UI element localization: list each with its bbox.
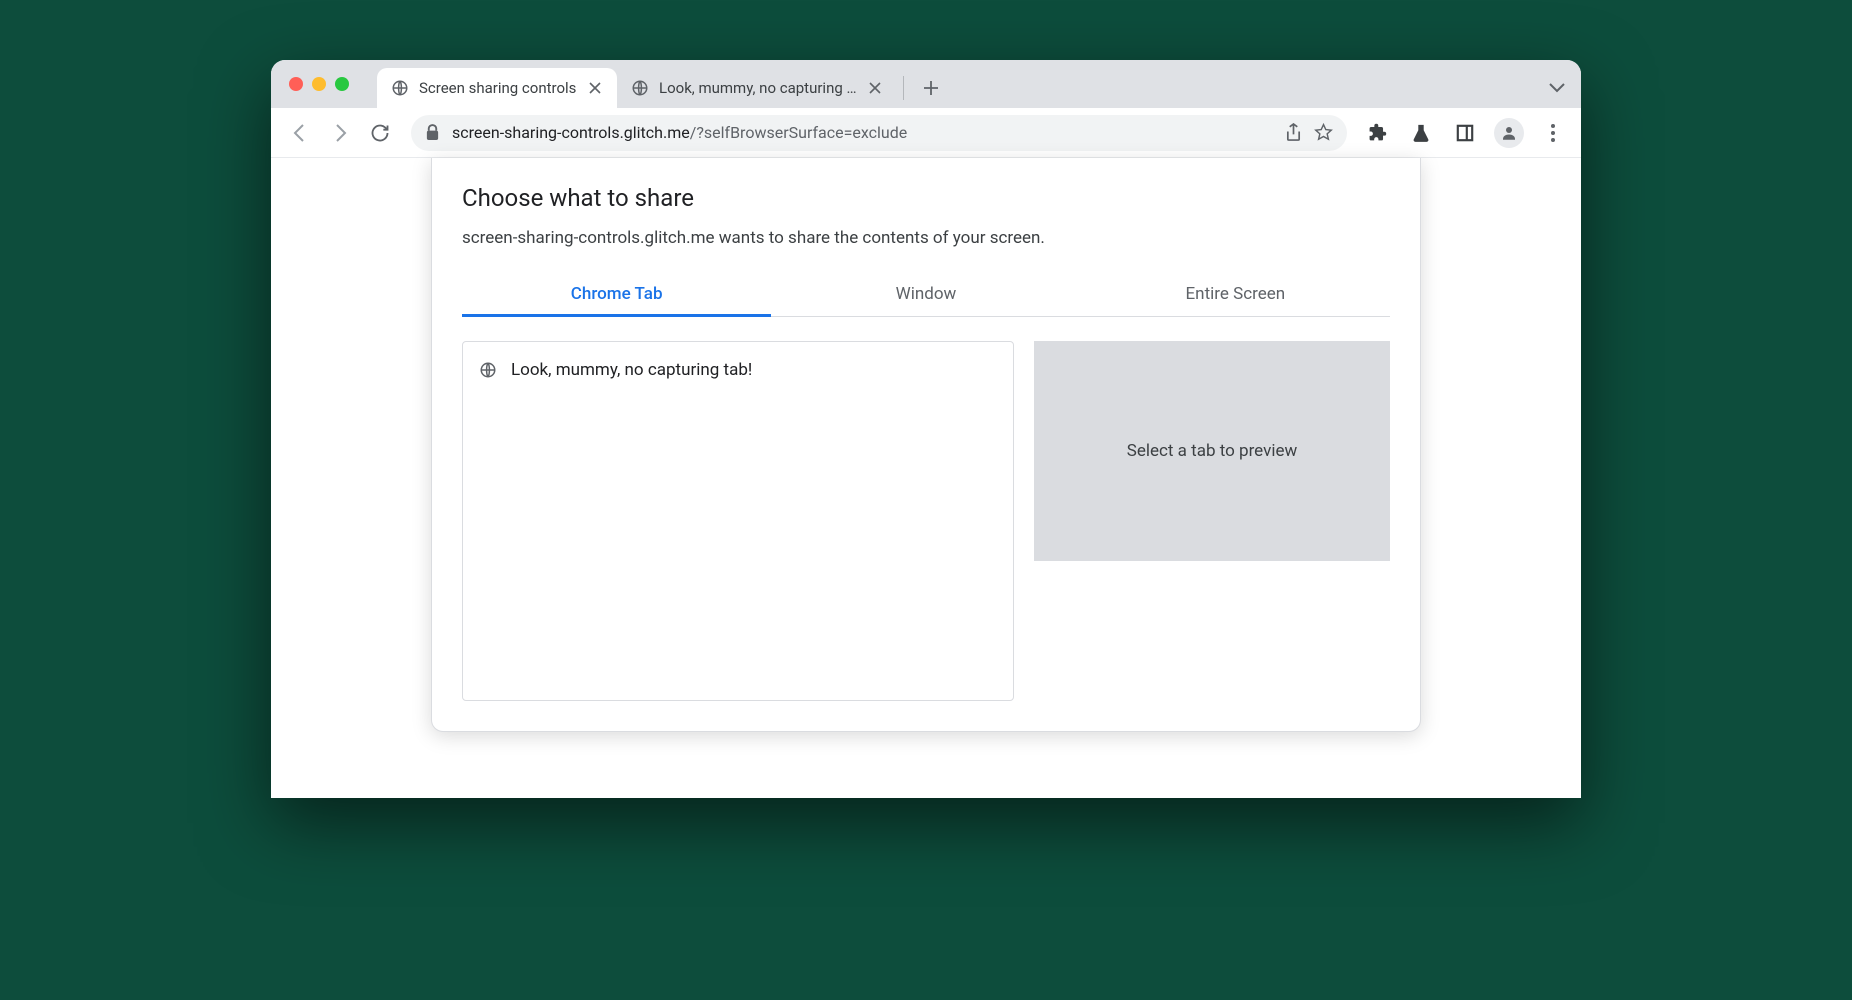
preview-panel: Select a tab to preview [1034,341,1390,561]
extensions-icon[interactable] [1361,117,1393,149]
globe-icon [631,79,649,97]
tabs-dropdown-button[interactable] [1549,83,1565,93]
bookmark-star-icon[interactable] [1314,123,1333,142]
minimize-window-button[interactable] [312,77,326,91]
tab-entire-screen[interactable]: Entire Screen [1081,272,1390,316]
lock-icon [425,124,440,141]
side-panel-icon[interactable] [1449,117,1481,149]
share-source-tabs: Chrome Tab Window Entire Screen [462,272,1390,317]
close-window-button[interactable] [289,77,303,91]
tab-title: Look, mummy, no capturing tab [659,79,857,97]
url-path: /?selfBrowserSurface=exclude [690,123,908,142]
tab-chrome-tab[interactable]: Chrome Tab [462,272,771,316]
new-tab-button[interactable] [916,73,946,103]
tab-title: Screen sharing controls [419,79,577,97]
browser-tab-active[interactable]: Screen sharing controls [377,68,617,108]
page-content: Choose what to share screen-sharing-cont… [271,158,1581,798]
share-icon[interactable] [1285,123,1302,142]
preview-placeholder-text: Select a tab to preview [1127,441,1298,461]
close-tab-button[interactable] [587,80,603,96]
globe-icon [391,79,409,97]
browser-tab[interactable]: Look, mummy, no capturing tab [617,68,897,108]
dialog-subtitle: screen-sharing-controls.glitch.me wants … [462,228,1390,248]
browser-toolbar: screen-sharing-controls.glitch.me/?selfB… [271,108,1581,158]
url-host: screen-sharing-controls.glitch.me [452,123,690,142]
toolbar-icons [1361,117,1569,149]
tab-strip: Screen sharing controls Look, mummy, no … [271,60,1581,108]
browser-window: Screen sharing controls Look, mummy, no … [271,60,1581,798]
globe-icon [479,361,497,379]
menu-button[interactable] [1537,117,1569,149]
tab-divider [903,76,904,100]
shareable-tab-item[interactable]: Look, mummy, no capturing tab! [479,356,997,384]
reload-button[interactable] [363,116,397,150]
maximize-window-button[interactable] [335,77,349,91]
shareable-tab-title: Look, mummy, no capturing tab! [511,360,752,380]
back-button[interactable] [283,116,317,150]
tab-window[interactable]: Window [771,272,1080,316]
profile-avatar[interactable] [1493,117,1525,149]
dialog-title: Choose what to share [462,184,1390,212]
forward-button[interactable] [323,116,357,150]
url-text: screen-sharing-controls.glitch.me/?selfB… [452,123,1273,142]
window-controls [289,77,349,91]
address-bar[interactable]: screen-sharing-controls.glitch.me/?selfB… [411,115,1347,151]
tab-list-panel: Look, mummy, no capturing tab! [462,341,1014,701]
close-tab-button[interactable] [867,80,883,96]
share-dialog-body: Look, mummy, no capturing tab! Select a … [462,341,1390,701]
screen-share-dialog: Choose what to share screen-sharing-cont… [431,158,1421,732]
labs-icon[interactable] [1405,117,1437,149]
chrome-tab-strip-area: Screen sharing controls Look, mummy, no … [271,60,1581,158]
